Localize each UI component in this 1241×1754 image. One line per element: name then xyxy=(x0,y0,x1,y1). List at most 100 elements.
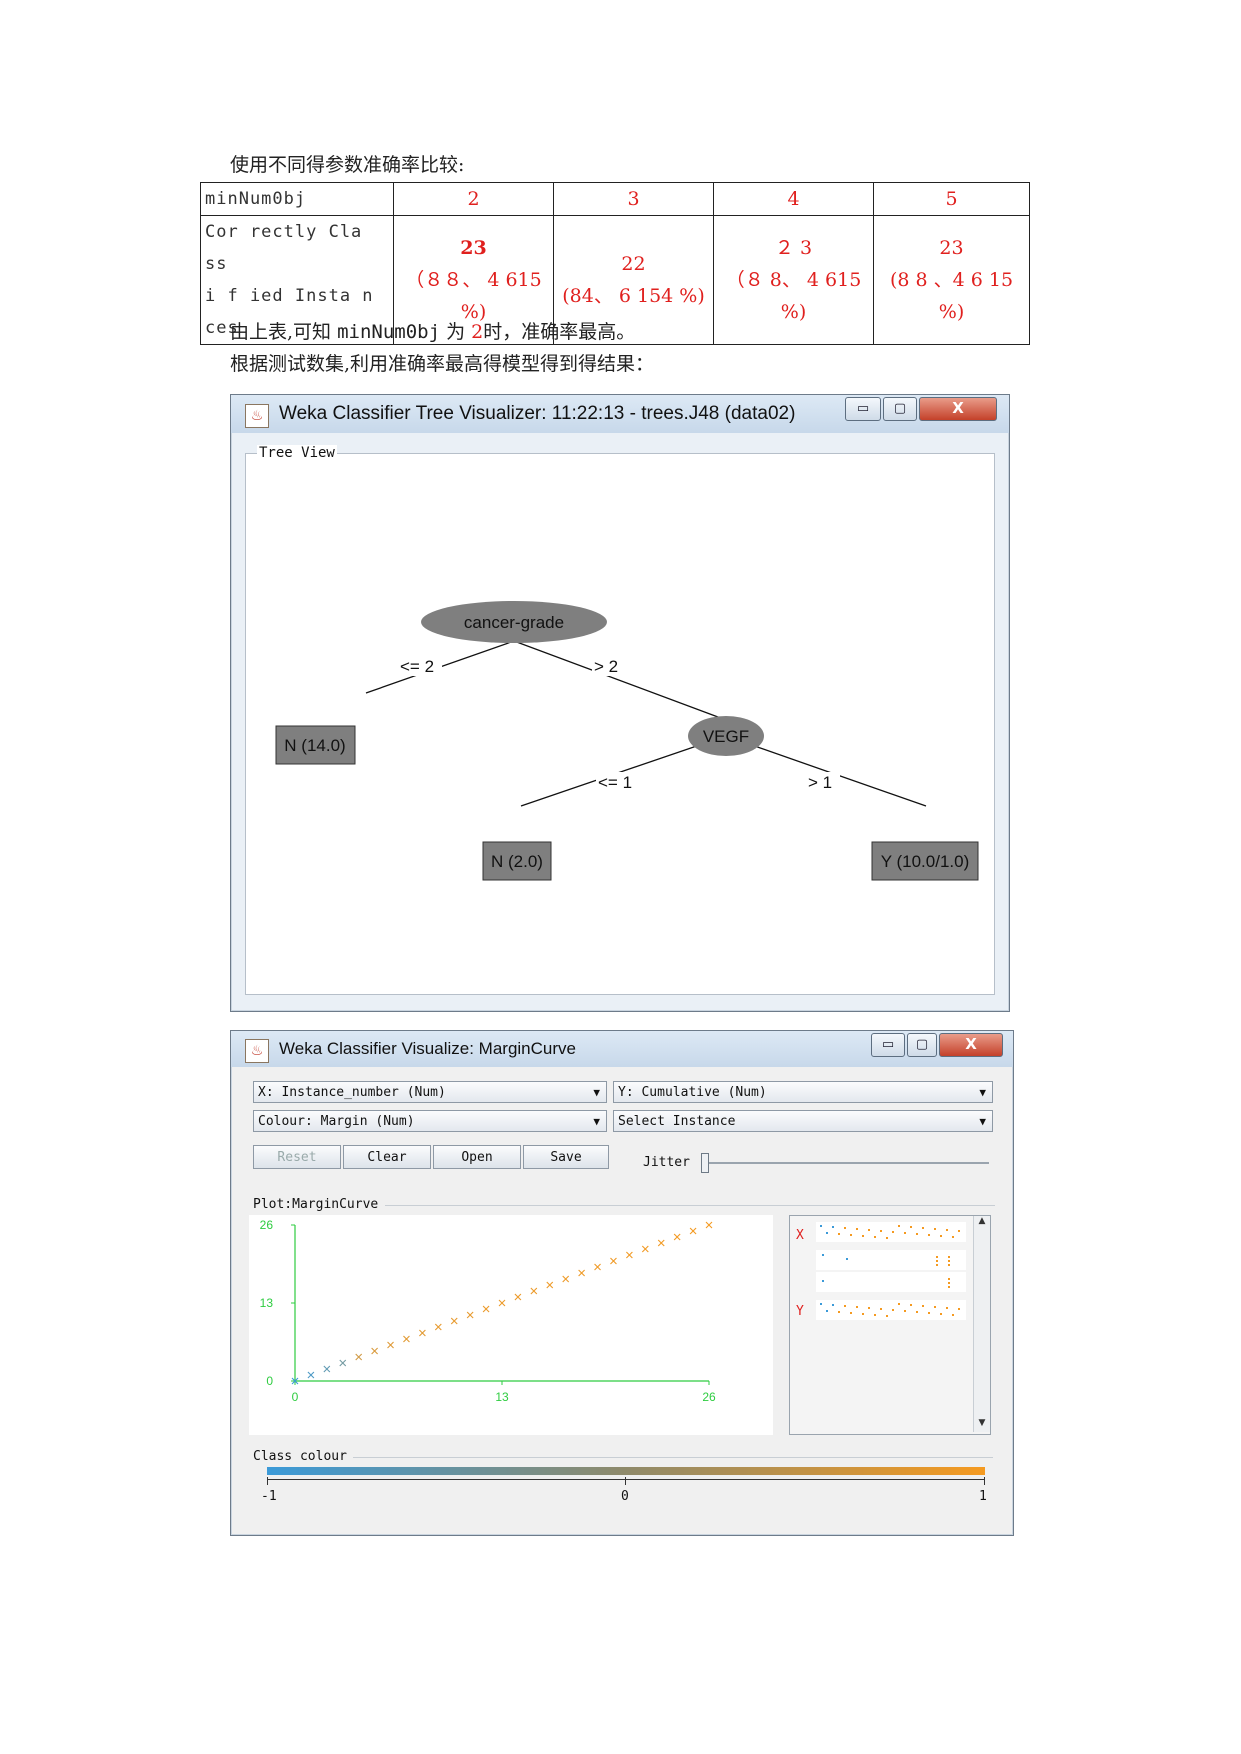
x-label: X xyxy=(796,1228,804,1243)
tree-canvas: <= 2 > 2 <= 1 > 1 cancer-grade VEGF N (1… xyxy=(275,601,979,881)
mini-dot xyxy=(936,1256,938,1258)
data-point xyxy=(339,1359,347,1367)
conclusion-mid: 为 xyxy=(446,321,466,343)
data-point xyxy=(482,1305,490,1313)
title-bar: ♨ Weka Classifier Visualize: MarginCurve… xyxy=(231,1031,1013,1067)
tree-node-root-label: cancer-grade xyxy=(464,613,564,632)
mini-dot xyxy=(880,1308,882,1310)
result-line: 22 xyxy=(621,253,646,275)
edge-label-inner-right: > 1 xyxy=(808,773,832,792)
window-title: Weka Classifier Visualize: MarginCurve xyxy=(279,1039,576,1058)
data-point xyxy=(562,1275,570,1283)
save-button[interactable]: Save xyxy=(523,1145,609,1169)
java-icon: ♨ xyxy=(245,404,269,428)
minimize-button[interactable]: ▭ xyxy=(871,1033,905,1057)
scroll-down-icon[interactable]: ▼ xyxy=(974,1418,990,1428)
data-point xyxy=(498,1299,506,1307)
mini-dot xyxy=(946,1307,948,1309)
result-line: ２ 3 xyxy=(774,237,813,259)
mini-dot xyxy=(904,1232,906,1234)
colour-combo[interactable]: Colour: Margin (Num) ▼ xyxy=(253,1110,607,1132)
data-point xyxy=(689,1227,697,1235)
maximize-button[interactable]: ▢ xyxy=(907,1033,937,1057)
mini-dot xyxy=(904,1310,906,1312)
attribute-panel: X Y ▲ ▼ xyxy=(789,1215,991,1435)
mini-dot xyxy=(936,1260,938,1262)
jitter-slider-track[interactable] xyxy=(701,1162,989,1164)
colour-combo-text: Colour: Margin (Num) xyxy=(258,1114,415,1129)
maximize-button[interactable]: ▢ xyxy=(883,397,917,421)
mini-dot xyxy=(922,1227,924,1229)
mini-dot xyxy=(862,1235,864,1237)
mini-dot xyxy=(916,1233,918,1235)
select-instance-combo-text: Select Instance xyxy=(618,1114,736,1129)
class-tick-label: 1 xyxy=(979,1489,987,1504)
chevron-down-icon: ▼ xyxy=(979,1086,986,1099)
jitter-label: Jitter xyxy=(643,1155,690,1170)
data-point xyxy=(323,1365,331,1373)
clear-button[interactable]: Clear xyxy=(343,1145,431,1169)
data-point xyxy=(514,1293,522,1301)
y-tick-label: 13 xyxy=(260,1296,274,1310)
y-axis-combo-text: Y: Cumulative (Num) xyxy=(618,1085,767,1100)
tree-node-vegf-label: VEGF xyxy=(703,727,749,746)
tick-mark xyxy=(984,1477,985,1485)
mini-dot xyxy=(936,1264,938,1266)
mini-dot xyxy=(846,1258,848,1260)
select-instance-combo[interactable]: Select Instance ▼ xyxy=(613,1110,993,1132)
mini-dot xyxy=(874,1236,876,1238)
metric-label-line: i f ied Insta n xyxy=(205,286,374,306)
class-tick-label: -1 xyxy=(261,1489,277,1504)
mini-dot xyxy=(952,1236,954,1238)
x-tick-label: 0 xyxy=(292,1390,299,1404)
conclusion-pre: 由上表,可知 xyxy=(230,321,332,343)
mini-dot xyxy=(948,1278,950,1280)
margin-curve-plot: 0 13 26 0 13 26 xyxy=(249,1215,773,1435)
param-value: 3 xyxy=(553,182,714,216)
mini-dot xyxy=(910,1304,912,1306)
mini-dot xyxy=(886,1237,888,1239)
x-tick-label: 26 xyxy=(702,1390,716,1404)
y-tick-label: 0 xyxy=(266,1374,273,1388)
tree-leaf-label: N (2.0) xyxy=(491,852,543,871)
mini-dot xyxy=(868,1307,870,1309)
margin-curve-window: ♨ Weka Classifier Visualize: MarginCurve… xyxy=(230,1030,1014,1536)
mini-dot xyxy=(928,1234,930,1236)
data-point xyxy=(578,1269,586,1277)
mini-dot xyxy=(892,1231,894,1233)
class-colour-gradient xyxy=(267,1467,985,1475)
mini-dot xyxy=(832,1226,834,1228)
next-line-text: 根据测试数集,利用准确率最高得模型得到得结果： xyxy=(230,353,655,375)
close-button[interactable]: X xyxy=(919,397,997,421)
conclusion-code: minNum0bj xyxy=(337,321,441,343)
param-label: minNum0bj xyxy=(200,182,394,216)
mini-dot xyxy=(856,1228,858,1230)
jitter-slider-thumb[interactable] xyxy=(701,1153,709,1173)
conclusion-post: 时，准确率最高。 xyxy=(483,321,636,343)
result-line: 23 xyxy=(939,237,964,259)
mini-dot xyxy=(850,1234,852,1236)
minimize-button[interactable]: ▭ xyxy=(845,397,881,421)
tick-mark xyxy=(625,1477,626,1485)
plot-label-divider xyxy=(385,1205,995,1206)
mini-dot xyxy=(934,1306,936,1308)
mini-dot xyxy=(948,1256,950,1258)
mini-dot xyxy=(822,1254,824,1256)
scroll-up-icon[interactable]: ▲ xyxy=(974,1216,990,1226)
scrollbar[interactable]: ▲ ▼ xyxy=(973,1216,990,1432)
mini-dot xyxy=(940,1235,942,1237)
window-title: Weka Classifier Tree Visualizer: 11:22:1… xyxy=(279,403,796,424)
close-button[interactable]: X xyxy=(939,1033,1003,1057)
result-line: （８８、 4 615 xyxy=(405,269,542,291)
mini-dot xyxy=(822,1280,824,1282)
result-line: (84、 6 154 %) xyxy=(562,285,705,307)
tree-leaf-label: Y (10.0/1.0) xyxy=(881,852,970,871)
mini-dot xyxy=(958,1230,960,1232)
x-axis-combo[interactable]: X: Instance_number (Num) ▼ xyxy=(253,1081,607,1103)
mini-dot xyxy=(948,1264,950,1266)
open-button[interactable]: Open xyxy=(433,1145,521,1169)
mini-dot xyxy=(922,1305,924,1307)
reset-button[interactable]: Reset xyxy=(253,1145,341,1169)
metric-label-line: Cor rectly Cla ss xyxy=(205,222,363,274)
y-axis-combo[interactable]: Y: Cumulative (Num) ▼ xyxy=(613,1081,993,1103)
